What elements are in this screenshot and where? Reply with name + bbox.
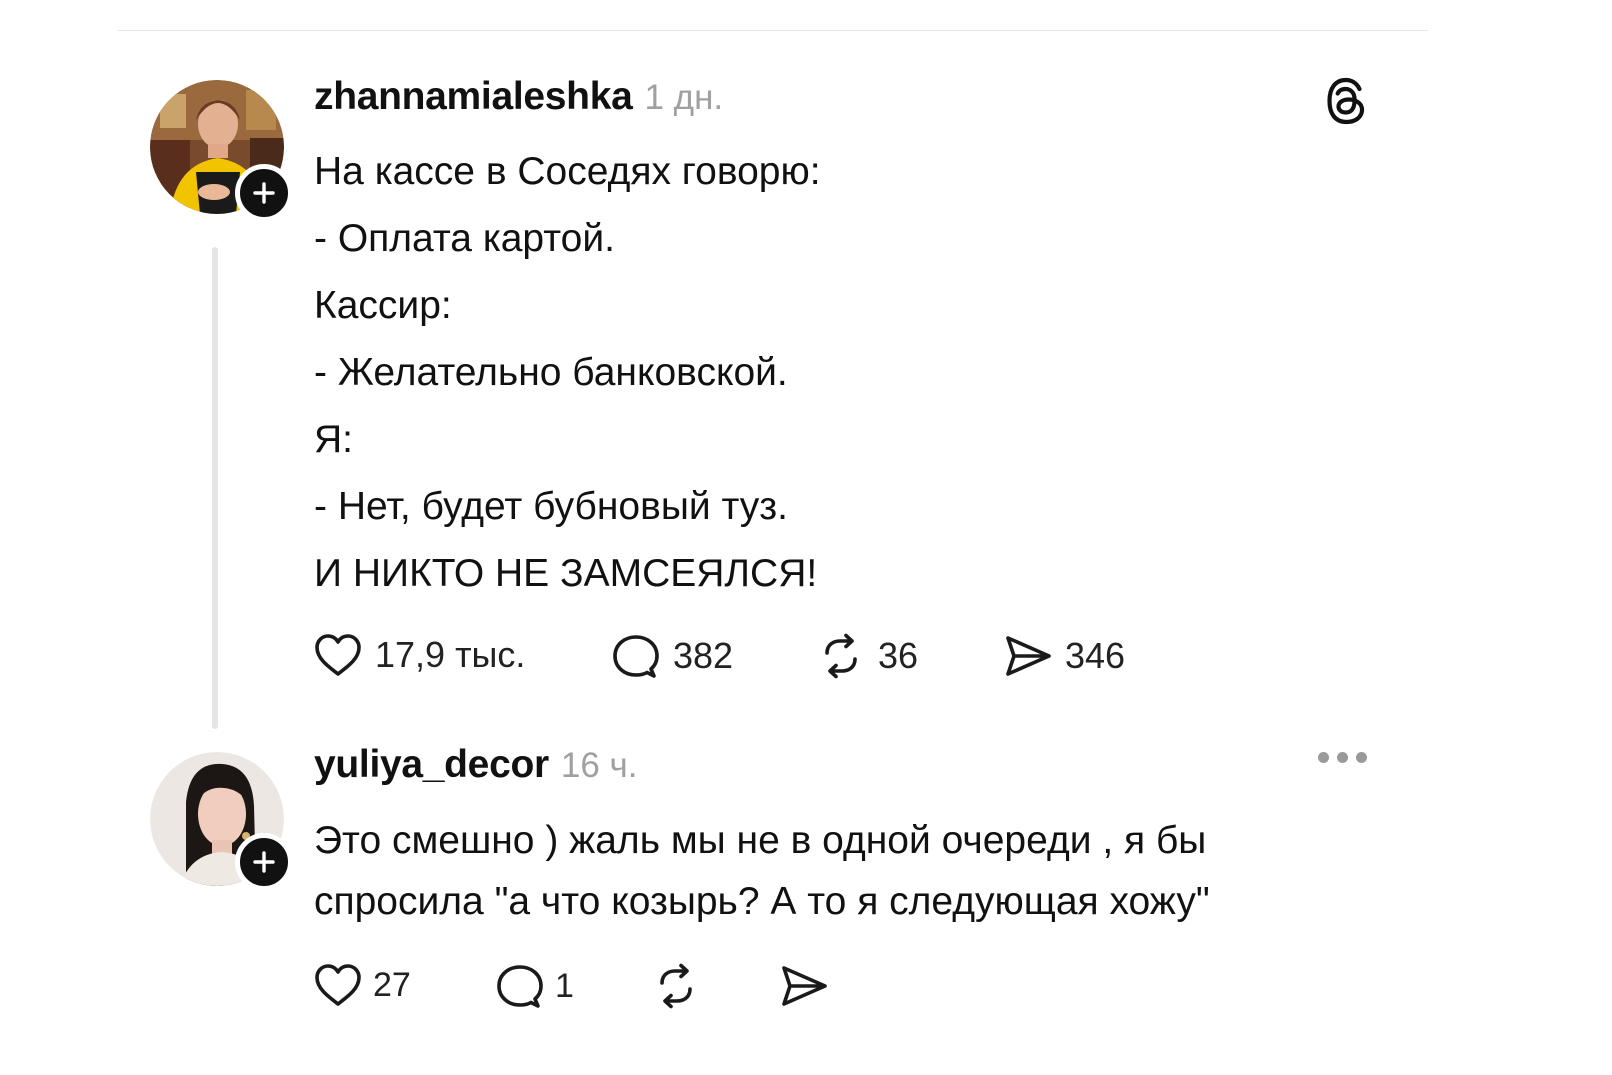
repost-button[interactable] bbox=[651, 962, 701, 1010]
plus-icon bbox=[253, 182, 275, 204]
comment-count: 1 bbox=[555, 966, 574, 1005]
post-text-line: Кассир: bbox=[314, 284, 452, 327]
post-username[interactable]: zhannamialeshka bbox=[314, 75, 633, 119]
post-text-line: - Оплата картой. bbox=[314, 217, 615, 260]
reply-header: yuliya_decor 16 ч. bbox=[314, 743, 637, 787]
reply-username[interactable]: yuliya_decor bbox=[314, 743, 549, 787]
post-text-line: Я: bbox=[314, 418, 353, 461]
post-body: На кассе в Соседях говорю: - Оплата карт… bbox=[314, 145, 821, 614]
comment-button[interactable]: 1 bbox=[495, 962, 574, 1010]
reply-text-line: Это смешно ) жаль мы не в одной очереди … bbox=[314, 819, 1207, 862]
send-icon bbox=[782, 966, 827, 1006]
top-divider bbox=[118, 30, 1428, 31]
more-dot bbox=[1318, 752, 1329, 763]
repost-icon bbox=[825, 633, 857, 679]
share-button[interactable]: 346 bbox=[1003, 632, 1125, 680]
send-icon bbox=[1006, 636, 1051, 676]
post-time[interactable]: 1 дн. bbox=[644, 78, 723, 118]
post-text-line: На кассе в Соседях говорю: bbox=[314, 150, 821, 193]
post-header: zhannamialeshka 1 дн. bbox=[314, 75, 723, 119]
like-count: 27 bbox=[373, 965, 411, 1004]
comment-icon bbox=[613, 635, 659, 678]
post-text-line: - Нет, будет бубновый туз. bbox=[314, 485, 788, 528]
plus-icon bbox=[253, 851, 275, 873]
repost-icon bbox=[660, 963, 692, 1009]
post-text-line: - Желательно банковской. bbox=[314, 351, 788, 394]
more-options-icon[interactable] bbox=[1318, 752, 1367, 763]
threads-logo-icon[interactable] bbox=[1325, 76, 1369, 131]
like-button[interactable]: 17,9 тыс. bbox=[313, 632, 525, 678]
heart-icon bbox=[315, 964, 361, 1006]
repost-count: 36 bbox=[878, 635, 919, 676]
post-text-line: И НИКТО НЕ ЗАМСЕЯЛСЯ! bbox=[314, 552, 818, 595]
reply-text-line: спросила "а что козырь? А то я следующая… bbox=[314, 880, 1210, 923]
more-dot bbox=[1356, 752, 1367, 763]
more-dot bbox=[1337, 752, 1348, 763]
comment-button[interactable]: 382 bbox=[611, 632, 733, 680]
thread-line bbox=[212, 247, 218, 729]
like-count: 17,9 тыс. bbox=[375, 634, 526, 675]
share-button[interactable] bbox=[779, 962, 829, 1010]
comment-icon bbox=[497, 965, 543, 1008]
comment-count: 382 bbox=[673, 635, 734, 676]
follow-button[interactable] bbox=[235, 833, 293, 891]
reply-time[interactable]: 16 ч. bbox=[561, 746, 638, 786]
repost-button[interactable]: 36 bbox=[816, 632, 918, 680]
reply-body: Это смешно ) жаль мы не в одной очереди … bbox=[314, 815, 1210, 937]
follow-button[interactable] bbox=[235, 164, 293, 222]
share-count: 346 bbox=[1065, 635, 1126, 676]
like-button[interactable]: 27 bbox=[313, 962, 411, 1008]
heart-icon bbox=[315, 634, 361, 676]
